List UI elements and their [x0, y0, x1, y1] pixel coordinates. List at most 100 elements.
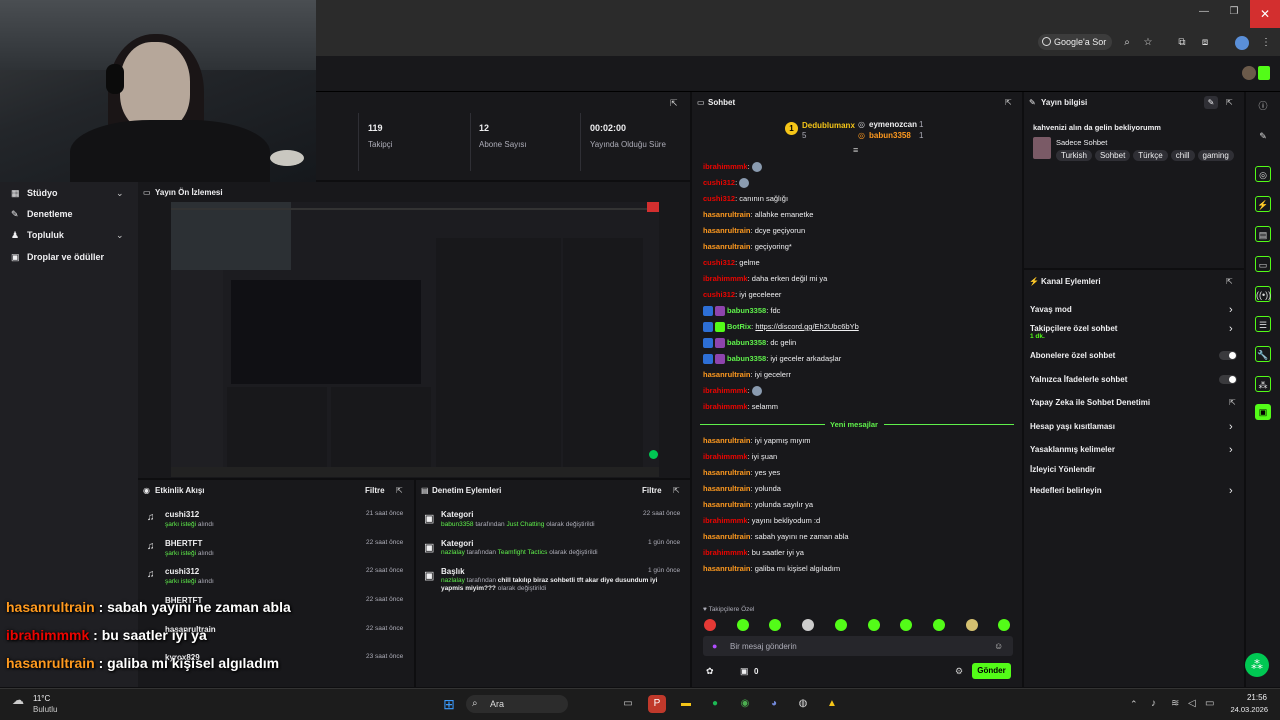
target-icon[interactable]: ◎	[1255, 166, 1271, 182]
activity-user[interactable]: cushi312	[165, 567, 199, 576]
chat-bubble-icon[interactable]: ▭	[1255, 256, 1271, 272]
chevron-right-icon[interactable]: ›	[1229, 485, 1233, 497]
chrome-icon[interactable]: ◉	[736, 695, 754, 713]
broadcast-icon[interactable]: ((•))	[1255, 286, 1271, 302]
channel-action-label[interactable]: Takipçilere özel sohbet	[1030, 324, 1117, 333]
chat-username[interactable]: hasanrultrain	[703, 468, 751, 477]
browser-menu-icon[interactable]: ⋮	[1259, 36, 1273, 50]
channel-action-label[interactable]: Yapay Zeka ile Sohbet Denetimi	[1030, 398, 1150, 407]
chevron-right-icon[interactable]: ›	[1229, 304, 1233, 316]
chevron-right-icon[interactable]: ›	[1229, 323, 1233, 335]
popout-icon[interactable]: ⇱	[396, 486, 403, 495]
chat-username[interactable]: hasanrultrain	[703, 564, 751, 573]
pdf-app-icon[interactable]: P	[648, 695, 666, 713]
chat-username[interactable]: hasanrultrain	[703, 532, 751, 541]
user-avatar[interactable]	[1242, 66, 1256, 80]
info-icon[interactable]: ⓘ	[1255, 98, 1271, 114]
channel-action-label[interactable]: Yalnızca İfadelerle sohbet	[1030, 375, 1127, 384]
chat-settings-gear-icon[interactable]: ⚙	[955, 666, 963, 677]
channel-action-label[interactable]: Hesap yaşı kısıtlaması	[1030, 422, 1115, 431]
tag[interactable]: Türkçe	[1133, 150, 1168, 161]
minimize-icon[interactable]: —	[1194, 6, 1214, 22]
emote-icon[interactable]	[704, 619, 716, 631]
chat-username[interactable]: babun3358	[727, 306, 766, 315]
chat-username[interactable]: hasanrultrain	[703, 242, 751, 251]
mod-actor[interactable]: nazlalay	[441, 577, 465, 584]
leader-name[interactable]: babun3358	[869, 131, 911, 140]
expand-leaderboard-icon[interactable]: ≡	[853, 145, 858, 155]
chat-bubbles-icon[interactable]: ⁂	[1245, 653, 1269, 677]
speaker-icon[interactable]: ◁	[1188, 698, 1196, 709]
chat-username[interactable]: hasanrultrain	[703, 484, 751, 493]
chat-username[interactable]: ibrahimmmk	[703, 548, 748, 557]
battery-icon[interactable]: ▭	[1205, 698, 1214, 709]
nav-moderation[interactable]: Denetleme	[27, 209, 73, 219]
bookmark-star-icon[interactable]: ☆	[1141, 36, 1155, 50]
chat-username[interactable]: babun3358	[727, 338, 766, 347]
extensions-icon[interactable]: ⧈	[1198, 36, 1212, 50]
toggle-switch[interactable]	[1219, 351, 1237, 360]
activity-filter-button[interactable]: Filtre	[365, 486, 385, 495]
share-icon[interactable]: ⁂	[1255, 376, 1271, 392]
leader-name[interactable]: Dedublumanx	[802, 121, 855, 130]
microphone-icon[interactable]: ♪	[1151, 698, 1156, 709]
tag[interactable]: Sohbet	[1094, 150, 1131, 161]
chevron-up-icon[interactable]: ⌃	[1130, 699, 1138, 710]
chat-username[interactable]: ibrahimmmk	[703, 402, 748, 411]
emote-icon[interactable]	[965, 619, 978, 631]
windows-start-icon[interactable]: ⊞	[440, 695, 458, 713]
channel-action-label[interactable]: Yavaş mod	[1030, 305, 1072, 314]
leader-name[interactable]: eymenozcan	[869, 120, 917, 129]
chat-username[interactable]: ibrahimmmk	[703, 274, 748, 283]
mod-actor[interactable]: babun3358	[441, 521, 474, 528]
chat-username[interactable]: ibrahimmmk	[703, 162, 748, 171]
zoom-icon[interactable]: ⌕	[1120, 36, 1134, 50]
mod-actor[interactable]: nazlalay	[441, 549, 465, 556]
wrench-icon[interactable]: 🔧	[1255, 346, 1271, 362]
discord-icon[interactable]: ◕	[765, 695, 783, 713]
wifi-icon[interactable]: ≋	[1171, 698, 1179, 709]
channel-action-label[interactable]: İzleyici Yönlendir	[1030, 465, 1095, 474]
emote-icon[interactable]	[736, 619, 749, 631]
points-icon[interactable]: ✿	[706, 666, 714, 677]
kick-icon[interactable]: ▣	[1255, 404, 1271, 420]
popout-icon[interactable]: ⇱	[670, 98, 678, 109]
app-icon[interactable]: ▲	[823, 695, 841, 713]
pencil-icon[interactable]: ✎	[1255, 128, 1271, 144]
popout-icon[interactable]: ⇱	[1226, 98, 1233, 107]
close-icon[interactable]: ✕	[1250, 0, 1280, 28]
emote-icon[interactable]	[802, 619, 815, 631]
folder-icon[interactable]: ▬	[677, 695, 695, 713]
chat-username[interactable]: hasanrultrain	[703, 500, 751, 509]
taskbar-search[interactable]	[466, 695, 568, 713]
emote-icon[interactable]	[867, 619, 880, 631]
send-button[interactable]: Gönder	[972, 663, 1011, 679]
list-icon[interactable]: ☰	[1255, 316, 1271, 332]
activity-user[interactable]: BHERTFT	[165, 539, 202, 548]
chat-username[interactable]: cushi312	[703, 178, 735, 187]
nav-studio[interactable]: Stüdyo	[27, 188, 58, 198]
clock-date[interactable]: 24.03.2026	[1222, 705, 1268, 714]
chevron-down-icon[interactable]: ⌄	[116, 230, 124, 241]
chat-username[interactable]: ibrahimmmk	[703, 386, 748, 395]
chat-username[interactable]: BotRix	[727, 322, 751, 331]
chat-username[interactable]: cushi312	[703, 290, 735, 299]
profile-avatar-icon[interactable]	[1235, 36, 1249, 50]
microphone-icon[interactable]: ●	[712, 641, 717, 651]
chat-username[interactable]: hasanrultrain	[703, 210, 751, 219]
category-name[interactable]: Sadece Sohbet	[1056, 138, 1107, 147]
chevron-down-icon[interactable]: ⌄	[116, 188, 124, 199]
chat-username[interactable]: babun3358	[727, 354, 766, 363]
emote-icon[interactable]	[932, 619, 945, 631]
restore-icon[interactable]: ❐	[1224, 6, 1244, 22]
channel-action-label[interactable]: Hedefleri belirleyin	[1030, 486, 1102, 495]
chat-username[interactable]: hasanrultrain	[703, 436, 751, 445]
tag[interactable]: gaming	[1197, 150, 1234, 161]
stream-preview-video[interactable]	[171, 202, 659, 477]
toggle-switch[interactable]	[1219, 375, 1237, 384]
emote-icon[interactable]	[834, 619, 847, 631]
chat-username[interactable]: cushi312	[703, 258, 735, 267]
nav-community[interactable]: Topluluk	[27, 230, 64, 240]
lightning-icon[interactable]: ⚡	[1255, 196, 1271, 212]
task-view-icon[interactable]: ▭	[619, 695, 637, 713]
